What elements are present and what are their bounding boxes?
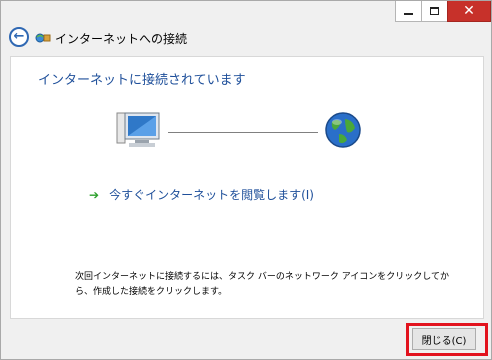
window-title: インターネットへの接続 (55, 32, 188, 46)
close-icon: ✕ (463, 3, 475, 19)
globe-icon (325, 112, 361, 148)
computer-icon (116, 112, 160, 147)
dialog-window: ✕ ← インターネットへの接続 インターネットに接続されています ➔ 今すぐイン… (0, 0, 492, 360)
page-heading: インターネットに接続されています (38, 73, 246, 88)
caption-buttons: ✕ (395, 1, 491, 23)
minimize-icon (404, 13, 413, 15)
back-button[interactable]: ← (9, 27, 29, 47)
minimize-button[interactable] (395, 1, 422, 22)
maximize-icon (430, 7, 439, 15)
back-arrow-icon: ← (13, 29, 25, 44)
browse-now-row[interactable]: ➔ 今すぐインターネットを閲覧します(I) (89, 186, 314, 203)
content-panel: インターネットに接続されています ➔ 今すぐインターネットを閲覧します(I) 次… (10, 56, 484, 319)
maximize-button[interactable] (421, 1, 448, 22)
network-connection-icon (35, 33, 51, 43)
close-button-highlight (406, 323, 488, 356)
browse-now-link[interactable]: 今すぐインターネットを閲覧します(I) (109, 186, 314, 203)
connection-line (168, 132, 318, 133)
close-window-button[interactable]: ✕ (447, 1, 491, 22)
wizard-header: ← インターネットへの接続 (1, 23, 491, 53)
instruction-note: 次回インターネットに接続するには、タスク バーのネットワーク アイコンをクリック… (75, 272, 450, 297)
green-arrow-icon: ➔ (89, 187, 100, 202)
